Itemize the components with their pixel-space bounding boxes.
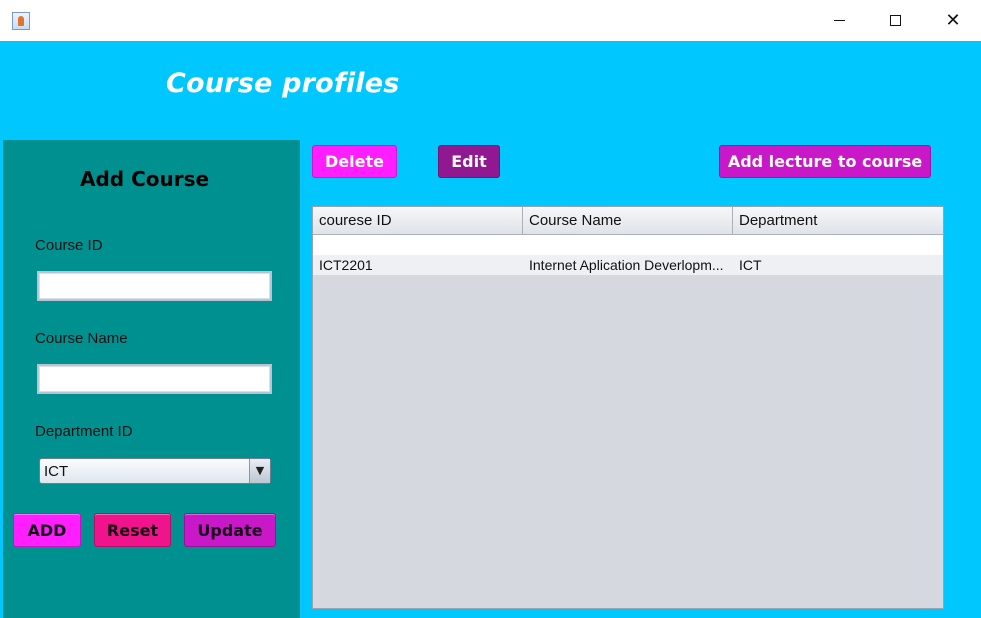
window-titlebar: ✕ [0,0,981,41]
add-course-panel: Add Course Course ID Course Name Departm… [3,140,300,618]
table-row[interactable]: ICT2201 Internet Aplication Deverlopm...… [313,255,943,275]
column-header-course-name[interactable]: Course Name [523,207,733,234]
cell-course-name: Internet Aplication Deverlopm... [529,257,724,273]
page-title: Course profiles [166,68,400,99]
course-id-label: Course ID [35,237,103,254]
course-id-input[interactable] [37,271,272,301]
table-row-blank [313,235,943,255]
delete-button[interactable]: Delete [312,145,397,178]
close-icon: ✕ [945,10,961,31]
column-header-department[interactable]: Department [733,207,943,234]
minimize-icon [833,20,845,21]
add-lecture-button[interactable]: Add lecture to course [719,145,931,178]
java-cup-icon[interactable] [12,12,30,30]
department-selected-value: ICT [44,463,69,480]
table-header: courese ID Course Name Department [313,207,943,235]
add-button[interactable]: ADD [13,513,81,547]
cell-course-id: ICT2201 [319,257,373,273]
edit-button[interactable]: Edit [438,145,500,178]
update-button[interactable]: Update [184,513,276,547]
cell-department: ICT [739,257,762,273]
maximize-button[interactable] [872,0,918,41]
close-button[interactable]: ✕ [930,0,976,41]
course-name-input[interactable] [37,364,272,394]
panel-title: Add Course [80,167,210,191]
course-name-label: Course Name [35,330,128,347]
department-id-label: Department ID [35,423,133,440]
course-table[interactable]: courese ID Course Name Department ICT220… [312,206,944,609]
column-header-course-id[interactable]: courese ID [313,207,523,234]
reset-button[interactable]: Reset [94,513,171,547]
department-select[interactable]: ICT ▼ [39,458,271,484]
maximize-icon [889,15,901,26]
chevron-down-icon[interactable]: ▼ [249,459,270,483]
minimize-button[interactable] [816,0,862,41]
